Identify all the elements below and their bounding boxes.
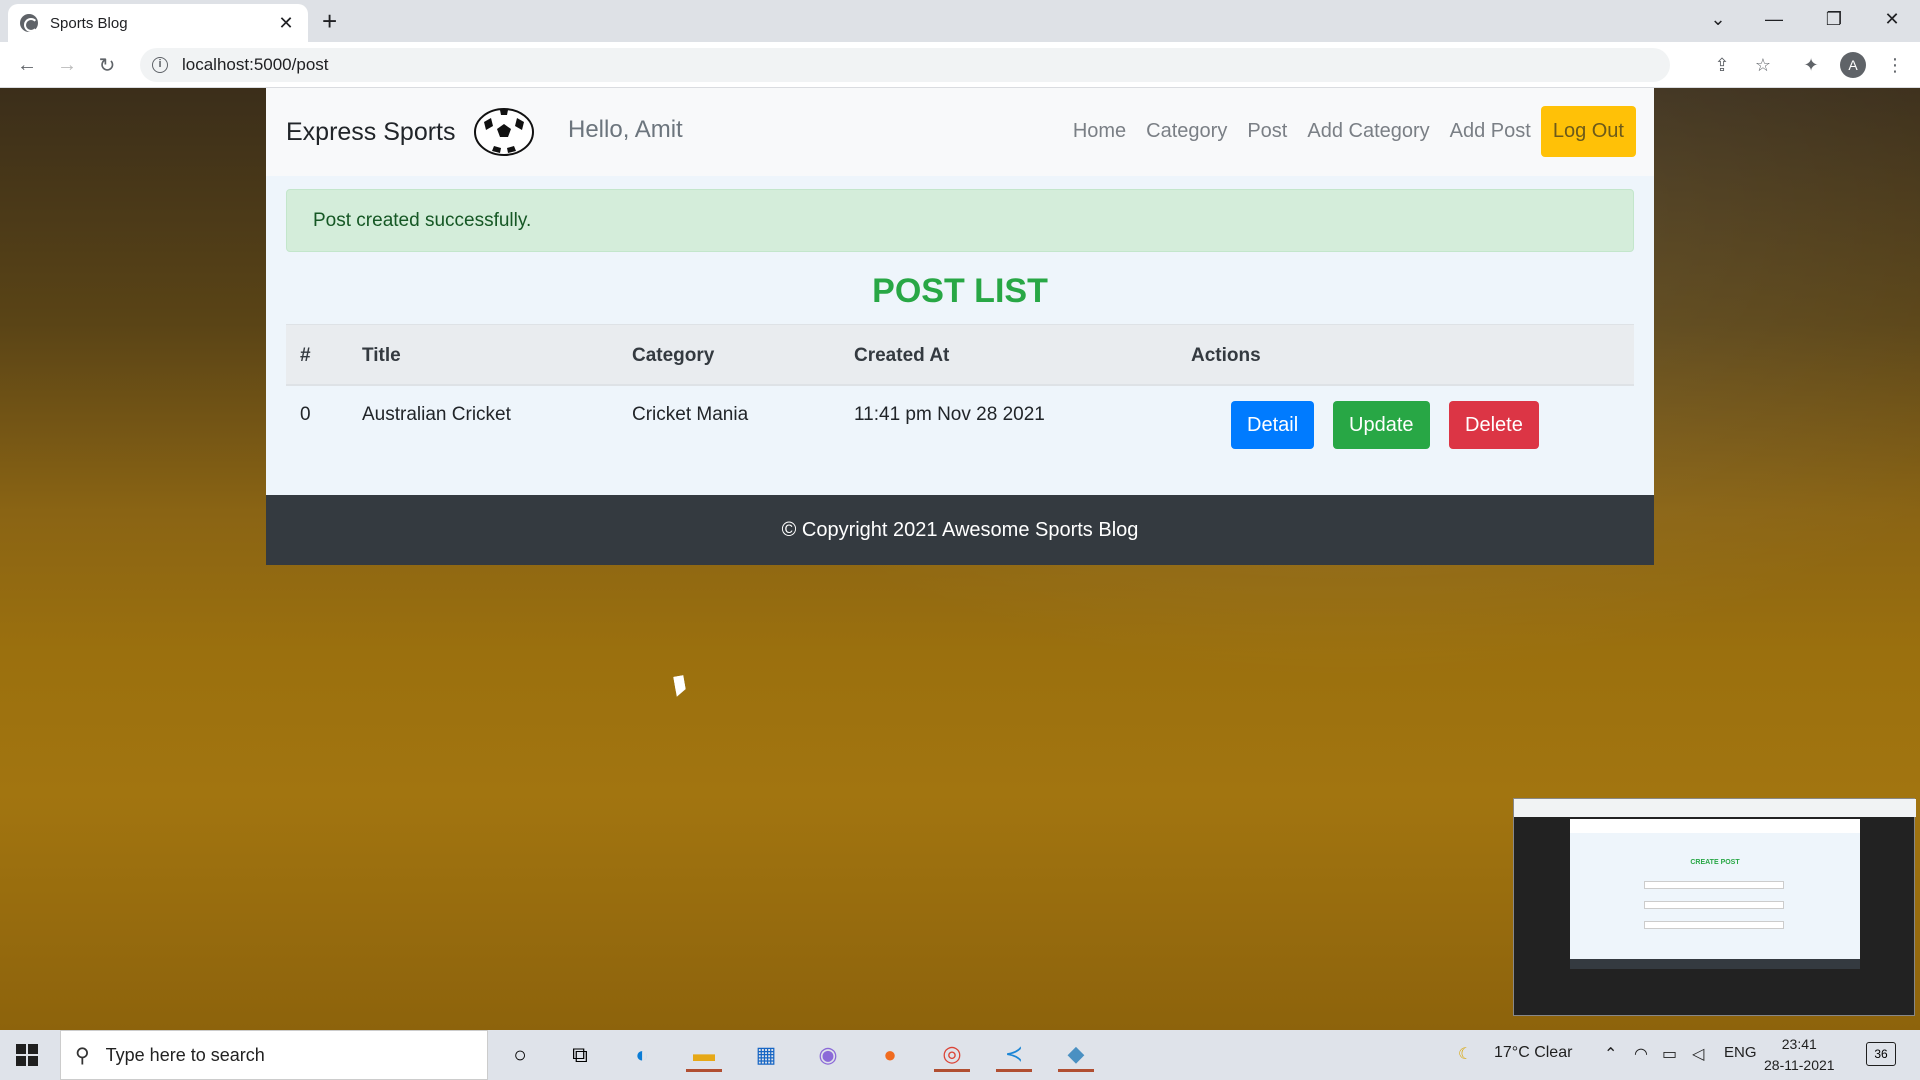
site-brand[interactable]: Express Sports	[286, 118, 456, 147]
nav-home[interactable]: Home	[1073, 120, 1126, 143]
browser-tabstrip: Sports Blog ✕ + ⌄ — ❐ ✕	[0, 0, 1920, 42]
url-field[interactable]: i localhost:5000/post	[140, 48, 1670, 82]
tab-search-icon[interactable]: ⌄	[1690, 0, 1746, 38]
taskbar-search[interactable]: ⚲ Type here to search	[60, 1030, 488, 1080]
firefox-icon[interactable]: ●	[872, 1038, 908, 1072]
search-placeholder: Type here to search	[105, 1044, 265, 1065]
clock-time: 23:41	[1781, 1036, 1817, 1052]
window-close-icon[interactable]: ✕	[1864, 0, 1920, 38]
detail-button[interactable]: Detail	[1231, 401, 1315, 449]
globe-icon	[20, 14, 38, 32]
tab-title: Sports Blog	[50, 14, 128, 32]
thumbnail-footer	[1570, 959, 1860, 969]
windows-start-icon[interactable]	[16, 1044, 38, 1066]
nav-add-post[interactable]: Add Post	[1450, 120, 1531, 143]
profile-avatar[interactable]: A	[1840, 52, 1866, 78]
col-title: Title	[362, 345, 401, 366]
nav-links: Home Category Post Add Category Add Post…	[1053, 106, 1636, 157]
thumbnail-browser-bar	[1514, 799, 1916, 817]
browser-tab[interactable]: Sports Blog ✕	[8, 4, 308, 42]
logout-button[interactable]: Log Out	[1540, 106, 1636, 157]
close-tab-icon[interactable]: ✕	[276, 13, 296, 34]
url-text: localhost:5000/post	[182, 55, 329, 74]
web-page: Express Sports Hello, Amit Home Category…	[266, 88, 1654, 565]
file-explorer-icon[interactable]: ▬	[686, 1038, 722, 1072]
table-header: # Title Category Created At Actions	[286, 324, 1634, 386]
chrome-icon[interactable]: ◎	[934, 1038, 970, 1072]
thumbnail-field	[1644, 921, 1784, 929]
clock[interactable]: 23:41 28-11-2021	[1764, 1034, 1835, 1076]
col-created-at: Created At	[854, 345, 950, 366]
task-view-icon[interactable]: ⧉	[562, 1038, 598, 1072]
notifications-icon[interactable]: 36	[1866, 1042, 1896, 1066]
chevron-up-icon[interactable]: ⌃	[1604, 1044, 1617, 1064]
restore-icon[interactable]: ❐	[1806, 0, 1862, 38]
row-index: 0	[300, 404, 311, 425]
search-icon: ⚲	[75, 1044, 90, 1067]
update-button[interactable]: Update	[1333, 401, 1430, 449]
photos-icon[interactable]: ◉	[810, 1038, 846, 1072]
thumbnail-field	[1644, 881, 1784, 889]
col-category: Category	[632, 345, 715, 366]
table-row: 0 Australian Cricket Cricket Mania 11:41…	[286, 386, 1634, 466]
bookmark-star-icon[interactable]: ☆	[1748, 50, 1778, 80]
thumbnail-field	[1644, 901, 1784, 909]
store-icon[interactable]: ▦	[748, 1038, 784, 1072]
window-preview-thumbnail[interactable]: CREATE POST	[1513, 798, 1916, 1016]
row-title: Australian Cricket	[362, 404, 511, 425]
mouse-cursor	[673, 675, 687, 697]
soccer-ball-icon	[474, 108, 534, 156]
col-index: #	[300, 345, 311, 366]
row-created-at: 11:41 pm Nov 28 2021	[854, 404, 1045, 425]
delete-button[interactable]: Delete	[1449, 401, 1539, 449]
browser-menu-icon[interactable]: ⋮	[1880, 50, 1910, 80]
site-info-icon[interactable]: i	[152, 57, 168, 73]
reload-icon[interactable]: ↻	[92, 50, 122, 80]
vscode-icon[interactable]: ≺	[996, 1038, 1032, 1072]
desktop-background: Express Sports Hello, Amit Home Category…	[0, 88, 1920, 1030]
nav-post[interactable]: Post	[1247, 120, 1287, 143]
edge-icon[interactable]: ◐	[624, 1038, 660, 1072]
language-indicator[interactable]: ENG	[1724, 1044, 1757, 1061]
address-bar-row: ← → ↻ i localhost:5000/post ⇪ ☆ ✦ ⋮	[0, 42, 1920, 88]
success-alert: Post created successfully.	[286, 189, 1634, 252]
col-actions: Actions	[1191, 345, 1261, 366]
page-title: POST LIST	[872, 272, 1048, 310]
volume-icon[interactable]: ◁	[1692, 1044, 1704, 1064]
new-tab-button[interactable]: +	[322, 6, 337, 37]
wifi-icon[interactable]: ◠	[1634, 1044, 1648, 1064]
share-icon[interactable]: ⇪	[1707, 50, 1737, 80]
battery-icon[interactable]: ▭	[1662, 1044, 1677, 1064]
back-icon[interactable]: ←	[12, 50, 42, 80]
site-footer: © Copyright 2021 Awesome Sports Blog	[266, 495, 1654, 565]
forward-icon[interactable]: →	[52, 50, 82, 80]
nav-category[interactable]: Category	[1146, 120, 1227, 143]
app-icon[interactable]: ◆	[1058, 1038, 1094, 1072]
thumbnail-heading: CREATE POST	[1690, 859, 1740, 866]
windows-taskbar: ⚲ Type here to search ○ ⧉ ◐ ▬ ▦ ◉ ● ◎ ≺ …	[0, 1030, 1920, 1080]
row-category: Cricket Mania	[632, 404, 749, 425]
nav-add-category[interactable]: Add Category	[1307, 120, 1429, 143]
cortana-icon[interactable]: ○	[502, 1038, 538, 1072]
thumbnail-navbar	[1570, 819, 1860, 833]
site-navbar: Express Sports Hello, Amit Home Category…	[266, 88, 1654, 176]
minimize-icon[interactable]: —	[1746, 0, 1802, 38]
extensions-icon[interactable]: ✦	[1796, 50, 1826, 80]
weather-text[interactable]: 17°C Clear	[1494, 1044, 1572, 1062]
thumbnail-page: CREATE POST	[1570, 819, 1860, 969]
greeting: Hello, Amit	[568, 116, 683, 143]
clock-date: 28-11-2021	[1764, 1057, 1835, 1073]
weather-moon-icon: ☾	[1458, 1046, 1473, 1063]
